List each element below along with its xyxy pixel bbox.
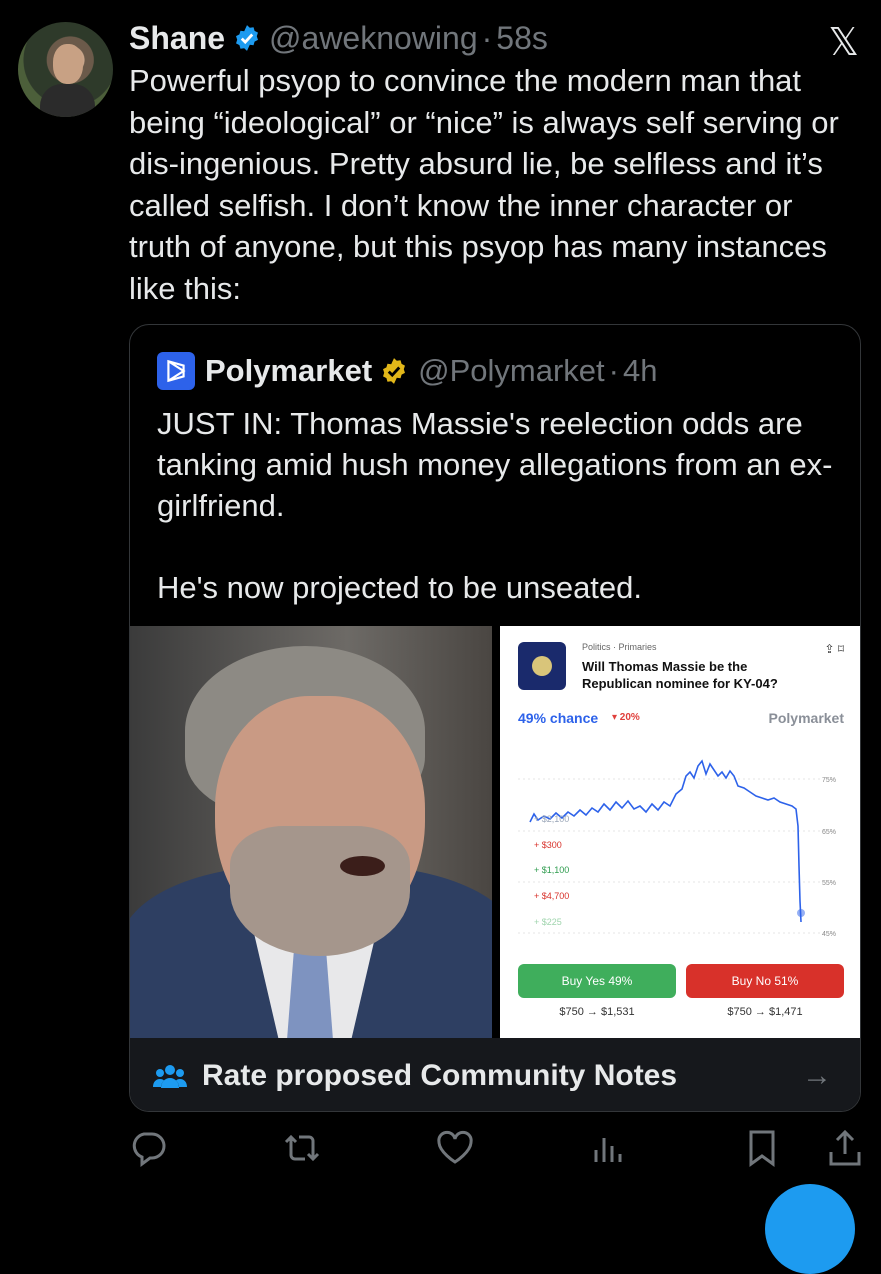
quote-author-handle[interactable]: @Polymarket	[418, 353, 605, 389]
odds-chart: 75% 65% 55% 45% + $2,100 + $300 + $1,100…	[518, 759, 836, 938]
author-handle[interactable]: @aweknowing	[269, 20, 478, 57]
community-notes-label: Rate proposed Community Notes	[202, 1058, 678, 1092]
verified-badge-icon	[236, 25, 258, 51]
trade-feed-item: + $225	[534, 917, 562, 927]
bookmark-icon[interactable]	[742, 1128, 782, 1168]
payout-yes: $750 → $1,531	[559, 1006, 635, 1018]
payout-no: $750 → $1,471	[727, 1006, 803, 1018]
massie-photo[interactable]	[130, 626, 492, 1038]
axis-label-45: 45%	[822, 931, 836, 938]
buy-yes-button: Buy Yes 49%	[518, 964, 676, 998]
quote-author-name[interactable]: Polymarket	[205, 353, 372, 389]
axis-label-75: 75%	[822, 777, 836, 784]
axis-label-65: 65%	[822, 829, 836, 836]
odds-line	[529, 759, 802, 923]
market-card-image[interactable]: Politics · Primaries Will Thomas Massie …	[500, 626, 860, 1038]
compose-button[interactable]	[765, 1184, 855, 1274]
gridlines	[518, 778, 820, 934]
like-icon[interactable]	[435, 1128, 475, 1168]
separator: ·	[481, 19, 493, 56]
views-icon[interactable]	[588, 1128, 628, 1168]
current-point	[797, 909, 805, 917]
arrow-right-icon: →	[802, 1058, 832, 1092]
timestamp[interactable]: 58s	[496, 20, 548, 57]
people-icon	[153, 1064, 187, 1088]
trade-feed-item: + $4,700	[534, 891, 569, 901]
reply-icon[interactable]	[128, 1128, 168, 1168]
axis-label-55: 55%	[822, 880, 836, 887]
quote-text: JUST IN: Thomas Massie's reelection odds…	[157, 406, 833, 605]
quoted-tweet[interactable]: Polymarket @Polymarket · 4h JUST IN: Tho…	[129, 324, 861, 1112]
separator: ·	[608, 353, 619, 388]
gold-verified-badge-icon	[383, 358, 406, 384]
community-notes-bar[interactable]: Rate proposed Community Notes →	[130, 1038, 860, 1111]
tweet-text: Powerful psyop to convince the modern ma…	[129, 63, 839, 306]
quote-timestamp[interactable]: 4h	[623, 353, 657, 389]
trade-feed-item: + $300	[534, 840, 562, 850]
tweet-header: Shane @aweknowing · 58s	[129, 18, 548, 58]
share-icon[interactable]	[825, 1128, 865, 1168]
retweet-icon[interactable]	[282, 1128, 322, 1168]
trade-feed-item: + $1,100	[534, 865, 569, 875]
author-name[interactable]: Shane	[129, 20, 225, 57]
avatar[interactable]	[18, 22, 113, 117]
x-logo-icon: 𝕏	[828, 22, 859, 64]
buy-no-button: Buy No 51%	[686, 964, 844, 998]
trade-feed-item: + $2,100	[534, 814, 569, 824]
polymarket-logo-icon	[157, 352, 195, 390]
quote-header: Polymarket @Polymarket · 4h	[157, 352, 657, 390]
